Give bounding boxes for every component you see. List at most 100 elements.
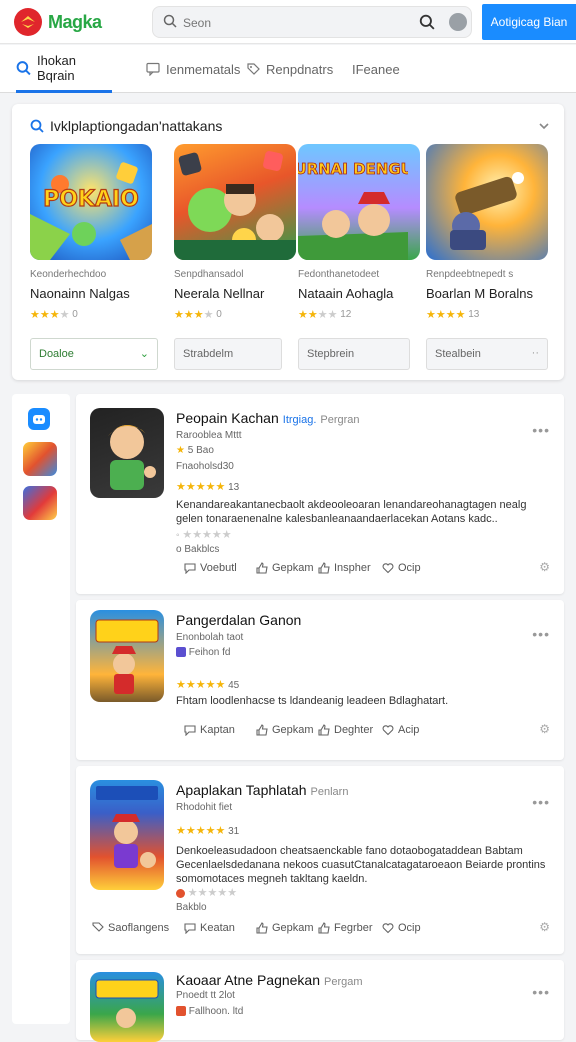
tab-label: Ienmematals: [166, 61, 241, 77]
app-thumbnail[interactable]: SURNAI DENGUL: [298, 144, 420, 260]
thumb-logo-text: SURNAI DENGUL: [298, 160, 408, 178]
app-title[interactable]: Apaplakan Taphlatah Penlarn: [176, 782, 348, 798]
comment-button[interactable]: Voebutl: [184, 562, 237, 574]
feed-card[interactable]: Apaplakan Taphlatah Penlarn ••• Rhodohit …: [76, 766, 564, 954]
thumbs-up-icon: [318, 724, 330, 736]
search-bar: [152, 6, 472, 38]
feed-card[interactable]: Peopain Kachan Itrgiag. Pergran ••• Raroob…: [76, 394, 564, 594]
app-version: ★ 5 Bao: [176, 445, 214, 456]
app-name: Boarlan M Boralns: [426, 286, 533, 301]
app-name: Naonainn Nalgas: [30, 286, 130, 301]
comment-button[interactable]: Keatan: [184, 922, 235, 934]
app-rating: ★★★★★ 31: [176, 825, 240, 837]
app-icon[interactable]: [90, 610, 164, 702]
share-button[interactable]: Gepkam: [256, 724, 314, 736]
character-art-icon: [95, 619, 159, 694]
feed-card[interactable]: Pangerdalan Ganon ••• Enonbolah taot Fei…: [76, 600, 564, 760]
app-icon[interactable]: [90, 780, 164, 890]
cta-button[interactable]: Aotigicag Bian: [482, 4, 576, 40]
like-button[interactable]: Fegrber: [318, 922, 373, 934]
app-category: Senpdhansadol: [174, 269, 244, 280]
recommendation-panel: Ivklplaptiongadan'nattakans POKAIO Keond…: [12, 104, 564, 380]
chevron-down-icon[interactable]: [538, 120, 550, 132]
tab-label: Renpdnatrs: [266, 61, 334, 77]
favorite-button[interactable]: Ocip: [382, 562, 421, 574]
tab-free[interactable]: IFeanee: [352, 45, 400, 93]
app-title[interactable]: Peopain Kachan Itrgiag. Pergran: [176, 410, 360, 426]
app-title[interactable]: Kaoaar Atne Pagnekan Pergam: [176, 972, 363, 988]
favorite-button[interactable]: Acip: [382, 724, 419, 736]
star-rating: ★★★★: [30, 309, 70, 321]
character-art-icon: [96, 786, 158, 868]
bot-icon[interactable]: [28, 408, 50, 430]
app-rating: ★★★★ 13: [426, 308, 479, 321]
character-art-icon: [108, 425, 156, 490]
rating-count: 12: [340, 309, 352, 320]
heart-icon: [382, 923, 394, 934]
user-avatar[interactable]: [449, 13, 467, 31]
install-button[interactable]: Doaloe ⌄: [30, 338, 158, 370]
share-button[interactable]: Gepkam: [256, 562, 314, 574]
app-developer: Rhodohit fiet: [176, 802, 233, 813]
rating-count: 0: [72, 309, 78, 320]
more-options-icon[interactable]: •••: [532, 626, 550, 642]
share-button[interactable]: Gepkam: [256, 922, 314, 934]
search-submit-icon[interactable]: [419, 14, 435, 30]
app-thumbnail[interactable]: [174, 144, 296, 260]
comment-button[interactable]: Kaptan: [184, 724, 235, 736]
install-button[interactable]: Strabdelm: [174, 338, 282, 370]
brand-name[interactable]: Magka: [48, 12, 102, 33]
app-thumbnail[interactable]: [426, 144, 548, 260]
app-title[interactable]: Pangerdalan Ganon: [176, 612, 301, 628]
secondary-rating: ◦ ★★★★★: [176, 529, 232, 541]
share-icon[interactable]: ⚙: [539, 920, 550, 934]
app-category: Renpdeebtnepedt s: [426, 269, 514, 280]
follow-button[interactable]: Saoflangens: [92, 922, 169, 934]
sidebar-app-thumbnail[interactable]: [23, 486, 57, 520]
sidebar-app-thumbnail[interactable]: [23, 442, 57, 476]
game-art-icon: POKAIO: [30, 162, 152, 260]
comment-icon: [184, 725, 196, 736]
favorite-button[interactable]: Ocip: [382, 922, 421, 934]
more-options-icon[interactable]: •••: [532, 984, 550, 1000]
tab-main[interactable]: Ihokan Bqrain: [16, 45, 112, 93]
star-rating: ★★★★: [426, 309, 466, 321]
app-icon[interactable]: [90, 408, 164, 498]
thumbs-up-icon: [318, 562, 330, 574]
logo-icon[interactable]: [14, 8, 42, 36]
app-genre: Pergran: [320, 414, 360, 426]
more-icon: ··: [531, 347, 539, 359]
feed-card[interactable]: Kaoaar Atne Pagnekan Pergam ••• Pnoedt tt…: [76, 960, 564, 1042]
app-rating: ★★★★ 0: [30, 308, 78, 321]
more-options-icon[interactable]: •••: [532, 422, 550, 438]
app-publisher: Feihon fd: [176, 647, 230, 658]
app-name: Neerala Nellnar: [174, 286, 265, 301]
tab-reports[interactable]: Renpdnatrs: [246, 45, 333, 93]
comment-icon: [184, 923, 196, 934]
share-icon[interactable]: ⚙: [539, 560, 550, 574]
share-icon[interactable]: ⚙: [539, 722, 550, 736]
button-label: Doaloe: [39, 348, 74, 360]
app-icon[interactable]: [90, 972, 164, 1042]
heart-icon: [382, 563, 394, 574]
title-text: Peopain Kachan: [176, 410, 279, 426]
like-button[interactable]: Deghter: [318, 724, 373, 736]
app-rating: ★★★★ 0: [174, 308, 222, 321]
star-rating: ★★★★: [298, 309, 338, 321]
more-options-icon[interactable]: •••: [532, 794, 550, 810]
install-button[interactable]: Stepbrein: [298, 338, 410, 370]
search-input[interactable]: [183, 14, 403, 32]
character-art-icon: [95, 979, 159, 1028]
app-description: Kenandareakantanecbaolt akdeooleoaran le…: [176, 499, 527, 525]
app-thumbnail[interactable]: POKAIO: [30, 144, 152, 260]
tab-messages[interactable]: Ienmematals: [146, 45, 240, 93]
install-button[interactable]: Stealbein ··: [426, 338, 548, 370]
search-icon: [163, 14, 177, 28]
like-button[interactable]: Inspher: [318, 562, 371, 574]
button-label: Stepbrein: [307, 348, 355, 360]
app-category: Fedonthanetodeet: [298, 269, 380, 280]
app-developer: Pnoedt tt 2lot: [176, 990, 235, 1001]
app-publisher: Fallhoon. ltd: [176, 1006, 243, 1017]
app-category: Keonderhechdoo: [30, 269, 107, 280]
title-text: Kaoaar Atne Pagnekan: [176, 972, 321, 988]
